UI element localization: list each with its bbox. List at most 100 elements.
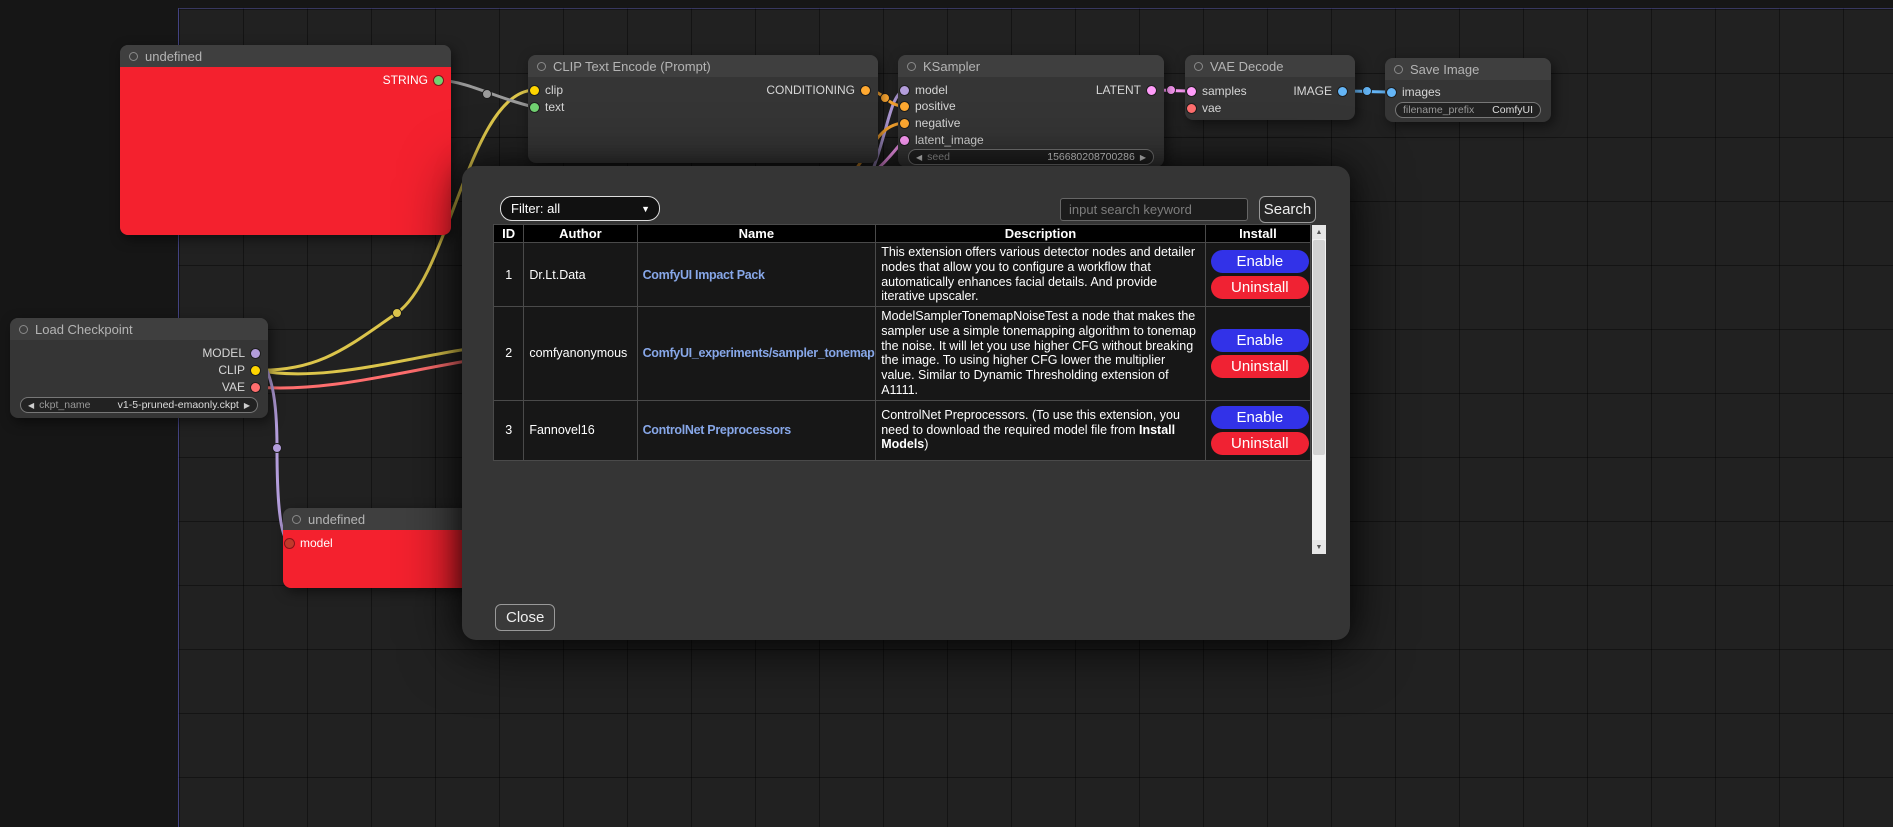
extension-link[interactable]: ComfyUI_experiments/sampler_tonemap — [643, 346, 875, 360]
node-vae-decode[interactable]: VAE Decode samples vae IMAGE — [1185, 55, 1355, 120]
collapse-dot-icon[interactable] — [1394, 65, 1403, 74]
slot-dot-model[interactable] — [900, 86, 909, 95]
node-ksampler[interactable]: KSampler model positive negative latent_… — [898, 55, 1164, 167]
collapse-dot-icon[interactable] — [907, 62, 916, 71]
output-slot-model: MODEL — [202, 345, 260, 361]
node-title-bar[interactable]: undefined — [283, 508, 483, 530]
node-title: CLIP Text Encode (Prompt) — [553, 59, 711, 74]
extension-id: 3 — [494, 400, 524, 460]
close-button[interactable]: Close — [495, 604, 555, 631]
header-id: ID — [494, 225, 524, 243]
scrollbar-up-icon[interactable]: ▲ — [1312, 225, 1326, 239]
scrollbar-thumb[interactable] — [1313, 240, 1325, 455]
extension-author: Fannovel16 — [524, 400, 637, 460]
slot-dot-clip[interactable] — [530, 86, 539, 95]
slot-dot-vae[interactable] — [251, 383, 260, 392]
filter-select-wrap: Filter: all ▼ — [500, 196, 660, 221]
node-title-bar[interactable]: KSampler — [898, 55, 1164, 77]
uninstall-button[interactable]: Uninstall — [1211, 432, 1309, 455]
collapse-dot-icon[interactable] — [129, 52, 138, 61]
slot-label: CONDITIONING — [766, 83, 855, 97]
seed-widget[interactable]: ◀ seed 156680208700286 ▶ — [908, 149, 1154, 165]
header-description: Description — [876, 225, 1206, 243]
slot-label: negative — [915, 116, 960, 130]
slot-label: latent_image — [915, 133, 984, 147]
slot-dot-images[interactable] — [1387, 88, 1396, 97]
uninstall-button[interactable]: Uninstall — [1211, 355, 1309, 378]
collapse-dot-icon[interactable] — [1194, 62, 1203, 71]
custom-nodes-manager-dialog: Filter: all ▼ Search ID Author Name Desc… — [462, 166, 1350, 640]
output-slot-clip: CLIP — [218, 362, 260, 378]
node-title-bar[interactable]: undefined — [120, 45, 451, 67]
slot-dot-model[interactable] — [251, 349, 260, 358]
slot-dot-samples[interactable] — [1187, 87, 1196, 96]
enable-button[interactable]: Enable — [1211, 329, 1309, 352]
node-clip-text-encode[interactable]: CLIP Text Encode (Prompt) clip text COND… — [528, 55, 878, 163]
slot-label: images — [1402, 85, 1441, 99]
slot-label: LATENT — [1096, 83, 1141, 97]
slot-dot-conditioning[interactable] — [861, 86, 870, 95]
filter-select[interactable]: Filter: all — [500, 196, 660, 221]
slot-dot-negative[interactable] — [900, 119, 909, 128]
node-load-checkpoint[interactable]: Load Checkpoint MODEL CLIP VAE ◀ ckpt_na… — [10, 318, 268, 418]
output-slot-image: IMAGE — [1293, 83, 1347, 99]
slot-dot-latent[interactable] — [1147, 86, 1156, 95]
node-title: VAE Decode — [1210, 59, 1283, 74]
node-title-bar[interactable]: CLIP Text Encode (Prompt) — [528, 55, 878, 77]
input-slot-negative: negative — [900, 115, 960, 131]
input-slot-samples: samples — [1187, 83, 1247, 99]
header-install: Install — [1205, 225, 1310, 243]
node-body — [120, 67, 451, 235]
node-save-image[interactable]: Save Image images filename_prefix ComfyU… — [1385, 58, 1551, 122]
collapse-dot-icon[interactable] — [537, 62, 546, 71]
search-input[interactable] — [1060, 198, 1248, 221]
extension-link[interactable]: ComfyUI Impact Pack — [643, 268, 765, 282]
slot-dot-clip[interactable] — [251, 366, 260, 375]
ckpt-name-widget[interactable]: ◀ ckpt_name v1-5-pruned-emaonly.ckpt ▶ — [20, 397, 258, 413]
extension-name-cell: ComfyUI_experiments/sampler_tonemap — [637, 307, 876, 401]
header-name: Name — [637, 225, 876, 243]
decrement-arrow-icon[interactable]: ◀ — [916, 153, 922, 162]
enable-button[interactable]: Enable — [1211, 250, 1309, 273]
node-undefined-top[interactable]: undefined STRING — [120, 45, 451, 235]
slot-label: MODEL — [202, 346, 245, 360]
increment-arrow-icon[interactable]: ▶ — [244, 401, 250, 410]
uninstall-button[interactable]: Uninstall — [1211, 276, 1309, 299]
node-title: KSampler — [923, 59, 980, 74]
search-button[interactable]: Search — [1259, 196, 1316, 223]
node-title-bar[interactable]: Save Image — [1385, 58, 1551, 80]
input-slot-positive: positive — [900, 98, 956, 114]
slot-label: model — [300, 536, 333, 550]
slot-dot-vae[interactable] — [1187, 104, 1196, 113]
slot-dot-string[interactable] — [434, 76, 443, 85]
slot-dot-model[interactable] — [285, 539, 294, 548]
slot-dot-positive[interactable] — [900, 102, 909, 111]
slot-dot-image[interactable] — [1338, 87, 1347, 96]
extension-row: 2comfyanonymousComfyUI_experiments/sampl… — [494, 307, 1311, 401]
header-author: Author — [524, 225, 637, 243]
widget-value: v1-5-pruned-emaonly.ckpt — [118, 399, 239, 411]
slot-label: positive — [915, 99, 956, 113]
widget-label: filename_prefix — [1403, 104, 1474, 116]
node-title-bar[interactable]: Load Checkpoint — [10, 318, 268, 340]
filename-prefix-widget[interactable]: filename_prefix ComfyUI — [1395, 102, 1541, 118]
node-title-bar[interactable]: VAE Decode — [1185, 55, 1355, 77]
slot-label: IMAGE — [1293, 84, 1332, 98]
extensions-table: ID Author Name Description Install 1Dr.L… — [493, 224, 1311, 461]
node-undefined-bottom[interactable]: undefined model — [283, 508, 483, 588]
widget-value: 156680208700286 — [1047, 151, 1135, 163]
extension-link[interactable]: ControlNet Preprocessors — [643, 423, 791, 437]
table-scrollbar[interactable]: ▲ ▼ — [1312, 225, 1326, 554]
extension-description: This extension offers various detector n… — [876, 243, 1206, 307]
collapse-dot-icon[interactable] — [19, 325, 28, 334]
enable-button[interactable]: Enable — [1211, 406, 1309, 429]
increment-arrow-icon[interactable]: ▶ — [1140, 153, 1146, 162]
slot-dot-text[interactable] — [530, 103, 539, 112]
scrollbar-down-icon[interactable]: ▼ — [1312, 540, 1326, 554]
node-title: undefined — [145, 49, 202, 64]
extension-name-cell: ComfyUI Impact Pack — [637, 243, 876, 307]
collapse-dot-icon[interactable] — [292, 515, 301, 524]
output-slot-latent: LATENT — [1096, 82, 1156, 98]
decrement-arrow-icon[interactable]: ◀ — [28, 401, 34, 410]
slot-dot-latent-image[interactable] — [900, 136, 909, 145]
